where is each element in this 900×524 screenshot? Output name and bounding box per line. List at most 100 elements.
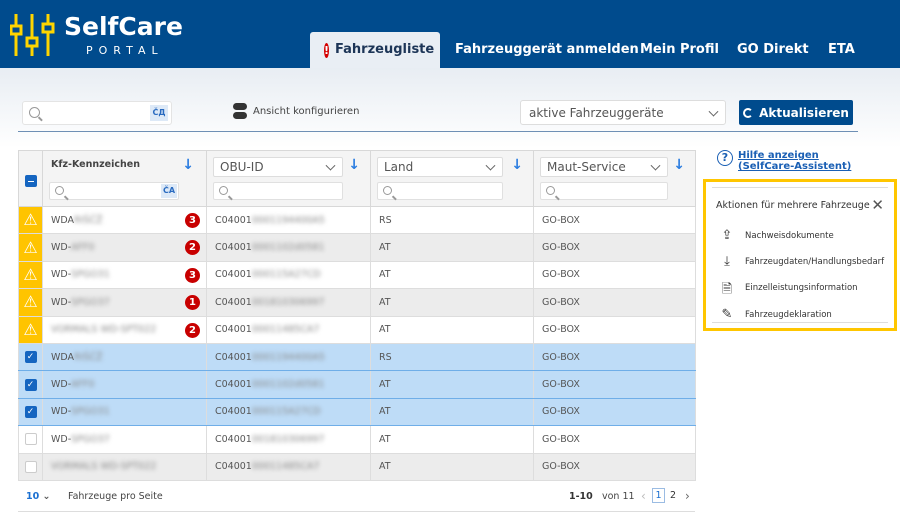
sort-arrow-icon[interactable]: ↓ — [511, 157, 523, 173]
search-icon — [55, 186, 64, 195]
tab-eta[interactable]: ETA — [818, 32, 865, 68]
action-label: Einzelleistungsinformation — [745, 283, 858, 293]
tab-fahrzeugliste[interactable]: ! Fahrzeugliste — [310, 32, 440, 68]
maut-column-select[interactable]: Maut-Service — [540, 157, 668, 177]
row-checkbox[interactable] — [24, 433, 37, 446]
plate-cell[interactable]: WDARIŠČŽ 3 — [42, 206, 207, 235]
plate-cell[interactable]: VORMALS WD-SPT022 — [42, 453, 207, 481]
chevron-down-icon — [650, 160, 661, 171]
refresh-button[interactable]: Aktualisieren — [739, 100, 853, 125]
tab-go-direkt[interactable]: GO Direkt — [727, 32, 819, 68]
page-1-button[interactable]: 1 — [652, 488, 665, 503]
checkbox-cell: ✓ — [18, 398, 43, 427]
table-row[interactable]: ✓ WD-SPGO31 C04001000115A27CD AT GO-BOX — [18, 398, 696, 427]
plate-blurred: VORMALS WD-SPT022 — [51, 324, 157, 336]
action-nachweisdokumente[interactable]: ⇪ Nachweisdokumente — [718, 228, 834, 244]
next-page-icon[interactable]: › — [685, 489, 690, 503]
sort-arrow-icon[interactable]: ↓ — [348, 157, 360, 173]
table-row[interactable]: ⚠ WD-SPGO31 3 C04001000115A27CD AT GO-BOX — [18, 261, 696, 290]
cyrillic-toggle-button[interactable]: ČA — [161, 184, 177, 198]
plate-cell[interactable]: WD-AFF0 — [42, 370, 207, 399]
cyrillic-toggle-button[interactable]: ČД — [150, 105, 168, 121]
table-row[interactable]: ⚠ WD-AFF0 2 C040010001102d0581 AT GO-BOX — [18, 233, 696, 262]
land-cell: RS — [370, 206, 534, 235]
column-header-land: Land ↓ — [370, 150, 534, 207]
configure-view-button[interactable]: Ansicht konfigurieren — [233, 103, 359, 119]
service-cell: GO-BOX — [533, 316, 696, 344]
plate-cell[interactable]: WDARIŠČŽ — [42, 343, 207, 372]
checkbox-cell — [18, 425, 43, 454]
table-row[interactable]: ✓ WD-AFF0 C040010001102d0581 AT GO-BOX — [18, 370, 696, 399]
device-filter-select[interactable]: aktive Fahrzeuggeräte — [520, 100, 726, 125]
warning-cell: ⚠ — [18, 261, 43, 290]
land-column-select[interactable]: Land — [377, 157, 503, 177]
download-icon: ⤓ — [724, 254, 730, 269]
plate-cell[interactable]: WD-SPGO31 — [42, 398, 207, 427]
plate-cell[interactable]: WD-SPGO37 1 — [42, 288, 207, 317]
table-row[interactable]: ✓ WDARIŠČŽ C040010001194400A5 RS GO-BOX — [18, 343, 696, 372]
sort-arrow-icon[interactable]: ↓ — [673, 157, 685, 173]
service-cell: GO-BOX — [533, 453, 696, 481]
question-icon: ? — [717, 150, 733, 166]
issue-count-badge: 2 — [185, 322, 200, 338]
sort-arrow-icon[interactable]: ↓ — [182, 157, 194, 173]
row-checkbox[interactable]: ✓ — [24, 351, 37, 364]
table-row[interactable]: ⚠ VORMALS WD-SPT022 2 C0400100011485CA7 AT GO… — [18, 316, 696, 344]
issue-count-badge: 2 — [185, 240, 200, 256]
obu-filter-input[interactable] — [213, 182, 343, 200]
plate-cell[interactable]: WD-SPGO37 — [42, 425, 207, 454]
help-label[interactable]: Hilfe anzeigen (SelfCare-Assistent) — [738, 150, 868, 172]
checkbox-cell: ✓ — [18, 343, 43, 372]
select-all-checkbox[interactable] — [25, 175, 37, 187]
service-cell: GO-BOX — [533, 398, 696, 427]
table-row[interactable]: WD-SPGO37 C04001001810306997 AT GO-BOX — [18, 425, 696, 454]
obu-blurred: 001810306997 — [251, 296, 325, 308]
tab-mein-profil[interactable]: Mein Profil — [630, 32, 729, 68]
land-filter-input[interactable] — [377, 182, 503, 200]
kfz-filter-input[interactable]: ČA — [49, 182, 179, 200]
obu-cell: C040010001102d0581 — [206, 233, 371, 262]
plate-cell[interactable]: WD-SPGO31 3 — [42, 261, 207, 290]
page-size-select[interactable]: 10 ⌄ — [26, 491, 51, 502]
obu-column-select[interactable]: OBU-ID — [213, 157, 343, 177]
obu-blurred: 0001194400A5 — [251, 351, 325, 363]
plate-cell[interactable]: VORMALS WD-SPT022 2 — [42, 316, 207, 344]
action-fahrzeugdaten[interactable]: ⤓ Fahrzeugdaten/Handlungsbedarf — [718, 254, 884, 270]
maut-filter-input[interactable] — [540, 182, 668, 200]
land-cell: AT — [370, 425, 534, 454]
plate-blurred: AFF0 — [70, 379, 95, 391]
action-fahrzeugdeklaration[interactable]: ✎ Fahrzeugdeklaration — [718, 307, 832, 323]
row-checkbox[interactable] — [24, 460, 37, 473]
checkbox-cell: ✓ — [18, 370, 43, 399]
plate-cell[interactable]: WD-AFF0 2 — [42, 233, 207, 262]
row-checkbox[interactable]: ✓ — [24, 378, 37, 391]
land-cell: AT — [370, 398, 534, 427]
obu-prefix: C04001 — [215, 406, 252, 418]
tab-fahrzeuggeraet-anmelden[interactable]: Fahrzeuggerät anmelden — [445, 32, 649, 68]
action-label: Nachweisdokumente — [745, 231, 834, 241]
obu-blurred: 0001102d0581 — [251, 242, 325, 254]
search-input[interactable]: ČД — [22, 101, 172, 125]
column-header-maut: Maut-Service ↓ — [533, 150, 696, 207]
action-einzelleistungsinformation[interactable]: 🗎 Einzelleistungsinformation — [718, 280, 858, 297]
column-header-obu: OBU-ID ↓ — [206, 150, 371, 207]
brand-subtitle: PORTAL — [86, 44, 164, 57]
obu-prefix: C04001 — [215, 242, 252, 254]
close-icon[interactable]: ✕ — [871, 196, 884, 214]
table-row[interactable]: ⚠ WDARIŠČŽ 3 C040010001194400A5 RS GO-BOX — [18, 206, 696, 235]
warning-cell: ⚠ — [18, 233, 43, 262]
obu-cell: C04001000115A27CD — [206, 398, 371, 427]
service-cell: GO-BOX — [533, 233, 696, 262]
table-row[interactable]: ⚠ WD-SPGO37 1 C04001001810306997 AT GO-BOX — [18, 288, 696, 317]
plate-blurred: SPGO37 — [71, 296, 110, 308]
column-title: OBU-ID — [220, 160, 264, 174]
page-2-button[interactable]: 2 — [670, 490, 676, 501]
help-link[interactable]: ? Hilfe anzeigen (SelfCare-Assistent) — [717, 150, 868, 172]
row-checkbox[interactable]: ✓ — [24, 405, 37, 418]
panel-title: Aktionen für mehrere Fahrzeuge — [716, 200, 870, 211]
obu-prefix: C04001 — [215, 214, 252, 226]
table-row[interactable]: VORMALS WD-SPT022 C0400100011485CA7 AT GO-B… — [18, 453, 696, 481]
checkbox-cell — [18, 453, 43, 481]
page-size-label: Fahrzeuge pro Seite — [68, 491, 163, 502]
prev-page-icon[interactable]: ‹ — [641, 489, 646, 503]
